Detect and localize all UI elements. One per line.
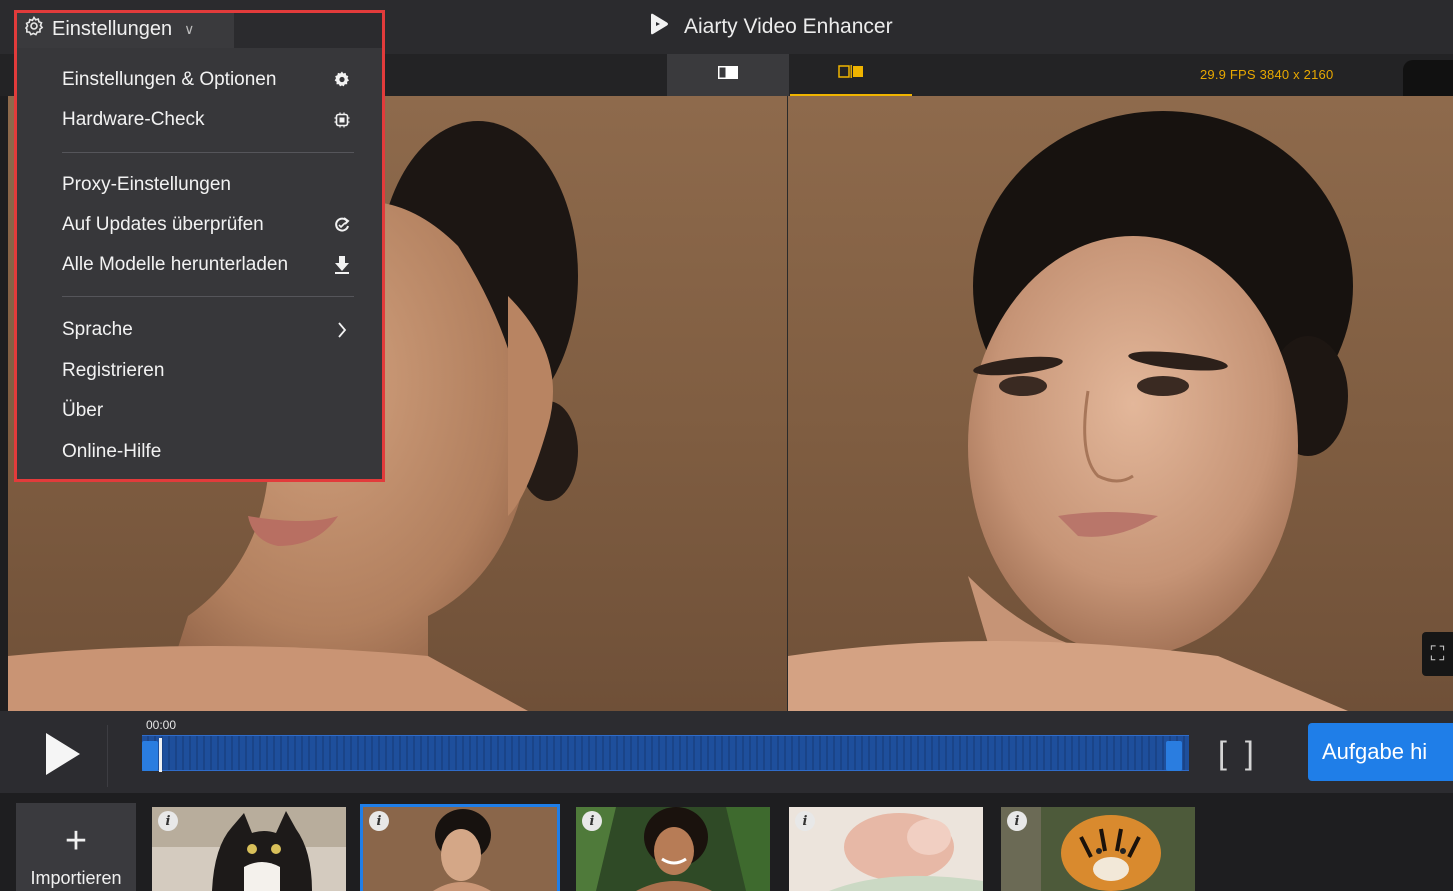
menu-item-label: Über bbox=[62, 400, 104, 421]
thumbnail-tiger[interactable]: i bbox=[1001, 807, 1195, 891]
menu-item-label: Einstellungen & Optionen bbox=[62, 69, 277, 90]
split-view-button[interactable] bbox=[790, 54, 912, 96]
title-bar: Einstellungen ∨ Aiarty Video Enhancer bbox=[0, 0, 1453, 54]
menu-item-language[interactable]: Sprache bbox=[62, 315, 352, 345]
info-icon[interactable]: i bbox=[582, 811, 602, 831]
info-icon[interactable]: i bbox=[795, 811, 815, 831]
settings-menu-button[interactable]: Einstellungen ∨ bbox=[14, 10, 234, 48]
chevron-down-icon: ∨ bbox=[184, 20, 195, 37]
menu-item-download-models[interactable]: Alle Modelle herunterladen bbox=[62, 250, 352, 280]
menu-item-hardware-check[interactable]: Hardware-Check bbox=[62, 105, 352, 135]
split-view-icon bbox=[838, 65, 864, 83]
playhead[interactable] bbox=[159, 738, 162, 772]
menu-item-check-updates[interactable]: Auf Updates überprüfen bbox=[62, 210, 352, 240]
app-title: Aiarty Video Enhancer bbox=[648, 12, 893, 42]
mark-in-icon[interactable]: [ bbox=[1218, 735, 1227, 771]
menu-item-label: Proxy-Einstellungen bbox=[62, 174, 231, 195]
menu-item-settings-options[interactable]: Einstellungen & Optionen bbox=[62, 65, 352, 95]
menu-item-label: Registrieren bbox=[62, 360, 165, 381]
play-icon bbox=[42, 731, 82, 782]
thumbnail-woman-smiling[interactable]: i bbox=[576, 807, 770, 891]
info-icon[interactable]: i bbox=[1007, 811, 1027, 831]
download-icon bbox=[332, 256, 352, 274]
timeline-track[interactable] bbox=[142, 735, 1189, 771]
play-button[interactable] bbox=[16, 725, 108, 787]
app-window: Einstellungen ∨ Aiarty Video Enhancer 29… bbox=[0, 0, 1453, 891]
app-title-text: Aiarty Video Enhancer bbox=[684, 15, 893, 38]
chevron-right-icon bbox=[332, 322, 352, 338]
timecode: 00:00 bbox=[146, 718, 177, 732]
app-logo-icon bbox=[648, 13, 670, 41]
menu-item-label: Auf Updates überprüfen bbox=[62, 214, 264, 235]
menu-item-label: Sprache bbox=[62, 319, 133, 340]
import-label: Importieren bbox=[30, 868, 122, 888]
add-task-button[interactable]: Aufgabe hi bbox=[1308, 723, 1453, 781]
menu-separator bbox=[62, 296, 354, 297]
fullscreen-icon[interactable]: ⛶ bbox=[1422, 632, 1453, 676]
menu-item-register[interactable]: Registrieren bbox=[62, 356, 352, 386]
menu-item-online-help[interactable]: Online-Hilfe bbox=[62, 437, 352, 467]
thumbnail-portrait[interactable]: i bbox=[360, 804, 560, 891]
trim-start-handle[interactable] bbox=[142, 741, 158, 771]
thumbnail-newborn[interactable]: i bbox=[789, 807, 983, 891]
trim-end-handle[interactable] bbox=[1166, 741, 1182, 771]
thumbnail-strip: + Importieren i i i i i bbox=[0, 793, 1453, 891]
import-button[interactable]: + Importieren bbox=[16, 803, 136, 891]
info-icon[interactable]: i bbox=[369, 811, 389, 831]
single-view-button[interactable] bbox=[667, 54, 789, 96]
settings-menu-label: Einstellungen bbox=[52, 17, 173, 40]
trim-brackets[interactable]: [ ] bbox=[1218, 735, 1254, 771]
settings-dropdown-menu: Einstellungen & Optionen Hardware-Check … bbox=[16, 48, 383, 480]
refresh-icon bbox=[332, 216, 352, 234]
info-icon[interactable]: i bbox=[158, 811, 178, 831]
enhanced-preview-pane bbox=[788, 96, 1453, 711]
toolbar-end-cap bbox=[1403, 60, 1453, 96]
menu-separator bbox=[62, 152, 354, 153]
video-info-label: 29.9 FPS 3840 x 2160 bbox=[1200, 67, 1334, 82]
menu-item-about[interactable]: Über bbox=[62, 396, 352, 426]
menu-item-proxy-settings[interactable]: Proxy-Einstellungen bbox=[62, 170, 352, 200]
gear-icon bbox=[332, 71, 352, 89]
single-view-icon bbox=[718, 66, 738, 84]
menu-item-label: Online-Hilfe bbox=[62, 441, 162, 462]
thumbnail-cat[interactable]: i bbox=[152, 807, 346, 891]
plus-icon: + bbox=[64, 820, 88, 862]
timeline-bar: 00:00 [ ] Aufgabe hi bbox=[0, 711, 1453, 793]
menu-item-label: Alle Modelle herunterladen bbox=[62, 254, 289, 275]
mark-out-icon[interactable]: ] bbox=[1245, 735, 1254, 771]
gear-icon bbox=[24, 15, 44, 42]
menu-item-label: Hardware-Check bbox=[62, 109, 205, 130]
chip-icon bbox=[332, 112, 352, 128]
